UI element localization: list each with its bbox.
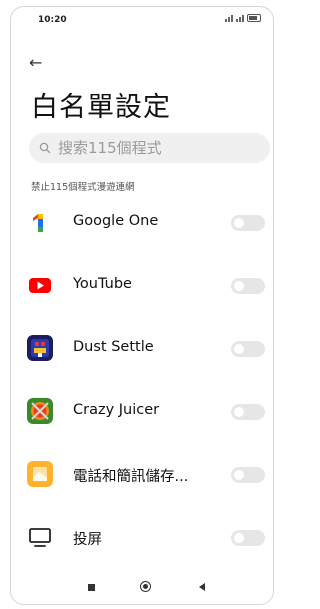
app-name: Google One (73, 213, 159, 229)
navigation-bar (11, 574, 273, 604)
back-arrow-icon[interactable]: ← (29, 53, 42, 72)
phone-screen: 10:20 ← 白名單設定 禁止115個程式漫遊連網 Google One (10, 6, 274, 605)
list-item[interactable]: Crazy Juicer (11, 384, 273, 444)
crazy-juicer-icon (27, 398, 53, 424)
app-name: 電話和簡訊儲存... (73, 469, 189, 485)
roaming-toggle[interactable] (231, 215, 265, 231)
recent-apps-icon[interactable] (88, 584, 95, 591)
app-name: Crazy Juicer (73, 402, 160, 418)
phone-sms-backup-icon (27, 461, 53, 487)
dust-settle-icon (27, 335, 53, 361)
list-item[interactable]: YouTube (11, 258, 273, 318)
section-label: 禁止115個程式漫遊連網 (31, 182, 135, 193)
status-bar: 10:20 (11, 7, 273, 33)
screen-cast-icon (29, 528, 51, 547)
roaming-toggle[interactable] (231, 467, 265, 483)
app-name: YouTube (73, 276, 132, 292)
youtube-icon (29, 278, 51, 293)
roaming-toggle[interactable] (231, 341, 265, 357)
roaming-toggle[interactable] (231, 278, 265, 294)
page-title: 白名單設定 (31, 92, 171, 123)
status-icons (225, 14, 261, 22)
list-item[interactable]: 投屏 (11, 510, 273, 570)
signal-icon (225, 14, 233, 22)
home-icon[interactable] (140, 581, 151, 592)
roaming-toggle[interactable] (231, 530, 265, 546)
signal-icon-2 (236, 14, 244, 22)
search-bar[interactable] (29, 133, 270, 163)
app-name: 投屏 (73, 532, 102, 548)
battery-icon (247, 14, 261, 22)
roaming-toggle[interactable] (231, 404, 265, 420)
status-time: 10:20 (38, 15, 67, 25)
back-icon[interactable] (199, 583, 205, 591)
search-icon (39, 142, 51, 154)
google-one-icon (33, 214, 43, 232)
list-item[interactable]: 電話和簡訊儲存... (11, 447, 273, 507)
list-item[interactable]: Google One (11, 195, 273, 255)
list-item[interactable]: Dust Settle (11, 321, 273, 381)
app-name: Dust Settle (73, 339, 154, 355)
search-input[interactable] (58, 139, 258, 157)
